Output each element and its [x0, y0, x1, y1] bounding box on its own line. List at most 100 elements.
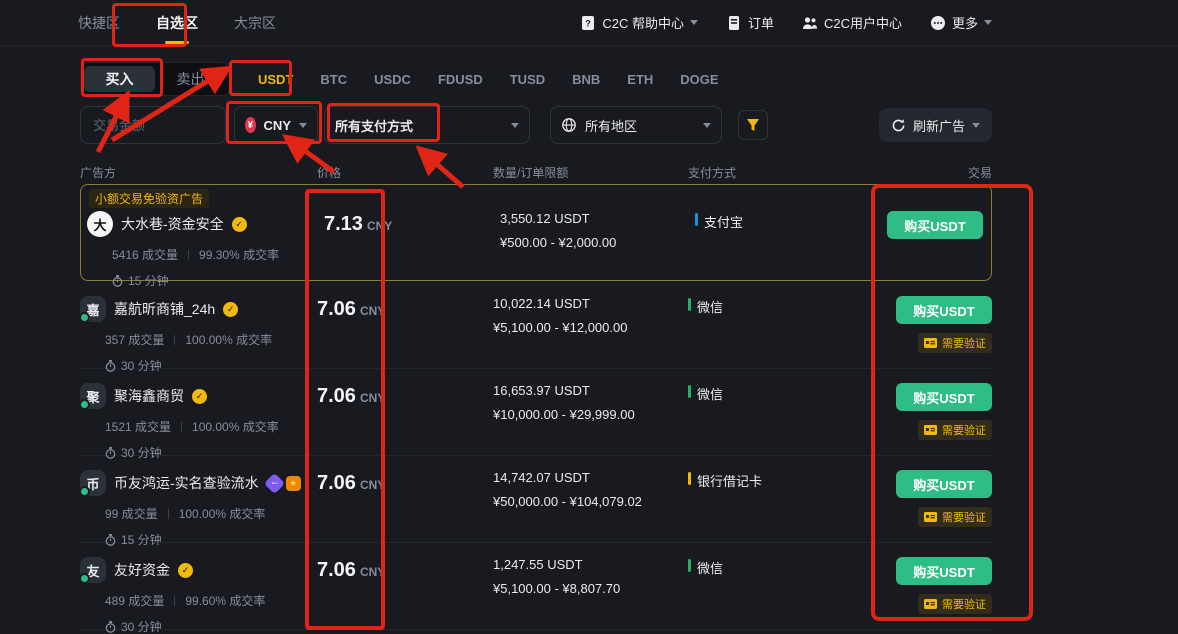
asset-tabs: USDT BTC USDC FDUSD TUSD BNB ETH DOGE: [258, 72, 719, 87]
payment-color-bar: [688, 559, 691, 572]
payment-cell: 微信: [688, 296, 872, 368]
trade-cell: 购买USDT 需要验证: [872, 470, 992, 542]
divider: [188, 250, 189, 260]
merchant-avatar: 币: [80, 470, 106, 496]
asset-tab-eth[interactable]: ETH: [627, 72, 653, 87]
refresh-ads-button[interactable]: 刷新广告: [879, 108, 992, 142]
verification-required-badge: 需要验证: [918, 420, 992, 440]
divider: [181, 422, 182, 432]
advanced-filter-button[interactable]: [738, 110, 768, 140]
advertiser-cell: 嘉 嘉航昕商铺_24h ✓ 357 成交量 100.00% 成交率 30 分钟: [80, 296, 317, 368]
payment-cell: 支付宝: [695, 211, 879, 280]
merchant-name[interactable]: 大水巷-资金安全: [121, 214, 224, 234]
tab-express-zone[interactable]: 快捷区: [78, 0, 120, 46]
payment-method: 微信: [697, 558, 723, 577]
verification-required-badge: 需要验证: [918, 594, 992, 614]
verification-required-badge: 需要验证: [918, 507, 992, 527]
asset-tab-doge[interactable]: DOGE: [680, 72, 718, 87]
more-menu[interactable]: 更多: [930, 13, 992, 32]
verification-text: 需要验证: [942, 596, 986, 612]
chevron-down-icon: [984, 20, 992, 25]
price-currency: CNY: [360, 391, 385, 405]
order-limit: ¥5,100.00 - ¥8,807.70: [493, 581, 688, 596]
buy-usdt-button[interactable]: 购买USDT: [896, 470, 992, 498]
help-icon: ?: [580, 15, 596, 31]
merchant-name[interactable]: 币友鸿运-实名查验流水: [114, 473, 259, 493]
zone-tabs: 快捷区 自选区 大宗区: [78, 0, 276, 46]
merchant-avatar: 大: [87, 211, 113, 237]
price-currency: CNY: [360, 304, 385, 318]
available-amount: 16,653.97 USDT: [493, 383, 688, 398]
trade-cell: 购买USDT: [879, 211, 983, 280]
buy-usdt-button[interactable]: 购买USDT: [896, 557, 992, 585]
c2c-user-center-menu[interactable]: C2C用户中心: [802, 13, 902, 32]
merchant-avatar: 嘉: [80, 296, 106, 322]
sell-tab[interactable]: 卖出: [155, 66, 226, 92]
offer-row: 友 友好资金 ✓ 489 成交量 99.60% 成交率 30 分钟 7.06CN…: [80, 543, 992, 630]
amount-cell: 1,247.55 USDT ¥5,100.00 - ¥8,807.70: [493, 557, 688, 629]
merchant-name[interactable]: 嘉航昕商铺_24h: [114, 299, 215, 319]
id-card-icon: [924, 512, 937, 522]
advertiser-cell: 友 友好资金 ✓ 489 成交量 99.60% 成交率 30 分钟: [80, 557, 317, 629]
trade-cell: 购买USDT 需要验证: [872, 383, 992, 455]
asset-tab-usdc[interactable]: USDC: [374, 72, 411, 87]
asset-tab-bnb[interactable]: BNB: [572, 72, 600, 87]
offer-list: 小额交易免验资广告 大 大水巷-资金安全 ✓ 5416 成交量 99.30% 成…: [80, 184, 992, 630]
price-cell: 7.06 CNY: [317, 383, 493, 455]
orders-menu[interactable]: 订单: [726, 13, 774, 32]
top-navigation-bar: 快捷区 自选区 大宗区 ? C2C 帮助中心 订单 C2C用户中心 更多: [0, 0, 1178, 46]
divider: [168, 509, 169, 519]
payment-cell: 微信: [688, 557, 872, 629]
price-cell: 7.06CNY: [317, 557, 493, 629]
order-limit: ¥10,000.00 - ¥29,999.00: [493, 407, 688, 422]
price-value: 7.06: [317, 298, 356, 320]
payment-method-select[interactable]: 所有支付方式: [324, 106, 530, 144]
asset-tab-btc[interactable]: BTC: [320, 72, 347, 87]
buy-usdt-button[interactable]: 购买USDT: [887, 211, 983, 239]
c2c-help-center-menu[interactable]: ? C2C 帮助中心: [580, 13, 698, 32]
id-card-icon: [924, 599, 937, 609]
promo-label: 小额交易免验资广告: [89, 189, 209, 208]
transaction-amount-input[interactable]: [80, 106, 226, 144]
orders-count: 489 成交量: [105, 592, 164, 609]
fiat-currency-select[interactable]: ¥ CNY: [234, 106, 318, 144]
buy-usdt-button[interactable]: 购买USDT: [896, 383, 992, 411]
divider: [174, 596, 175, 606]
region-select[interactable]: 所有地区: [550, 106, 722, 144]
available-amount: 3,550.12 USDT: [500, 211, 695, 226]
asset-tab-tusd[interactable]: TUSD: [510, 72, 545, 87]
amount-cell: 16,653.97 USDT ¥10,000.00 - ¥29,999.00: [493, 383, 688, 455]
chevron-down-icon: [972, 123, 980, 128]
timer-icon: [105, 621, 116, 633]
order-limit: ¥50,000.00 - ¥104,079.02: [493, 494, 688, 509]
price-value: 7.06: [317, 559, 356, 581]
tab-block-zone[interactable]: 大宗区: [234, 0, 276, 46]
offer-row: 币 币友鸿运-实名查验流水 ✓★ 99 成交量 100.00% 成交率 15 分…: [80, 456, 992, 543]
amount-cell: 14,742.07 USDT ¥50,000.00 - ¥104,079.02: [493, 470, 688, 542]
buy-usdt-button[interactable]: 购买USDT: [896, 296, 992, 324]
price-value: 7.06: [317, 385, 356, 407]
price-currency: CNY: [360, 478, 385, 492]
orders-count: 99 成交量: [105, 505, 158, 522]
cny-coin-icon: ¥: [245, 117, 256, 133]
price-value: 7.06: [317, 472, 356, 494]
asset-tab-usdt[interactable]: USDT: [258, 72, 293, 87]
orders-count: 357 成交量: [105, 331, 164, 348]
table-header-row: 广告方 价格 数量/订单限额 支付方式 交易: [80, 164, 992, 181]
merchant-avatar: 友: [80, 557, 106, 583]
header-price: 价格: [317, 164, 493, 181]
diamond-badge-icon: ✓: [264, 472, 285, 493]
tab-self-selection-zone[interactable]: 自选区: [156, 0, 198, 46]
order-limit: ¥500.00 - ¥2,000.00: [500, 235, 695, 250]
id-card-icon: [924, 338, 937, 348]
buy-tab[interactable]: 买入: [84, 66, 155, 92]
payment-method: 银行借记卡: [697, 471, 762, 490]
available-amount: 14,742.07 USDT: [493, 470, 688, 485]
asset-tab-fdusd[interactable]: FDUSD: [438, 72, 483, 87]
check-badge-icon: ✓: [232, 217, 247, 232]
merchant-name[interactable]: 友好资金: [114, 560, 170, 580]
merchant-name[interactable]: 聚海鑫商贸: [114, 386, 184, 406]
advertiser-cell: 币 币友鸿运-实名查验流水 ✓★ 99 成交量 100.00% 成交率 15 分…: [80, 470, 317, 542]
price-cell: 7.06 CNY: [317, 470, 493, 542]
p2p-market-panel: 买入 卖出 USDT BTC USDC FDUSD TUSD BNB ETH D…: [80, 62, 992, 630]
